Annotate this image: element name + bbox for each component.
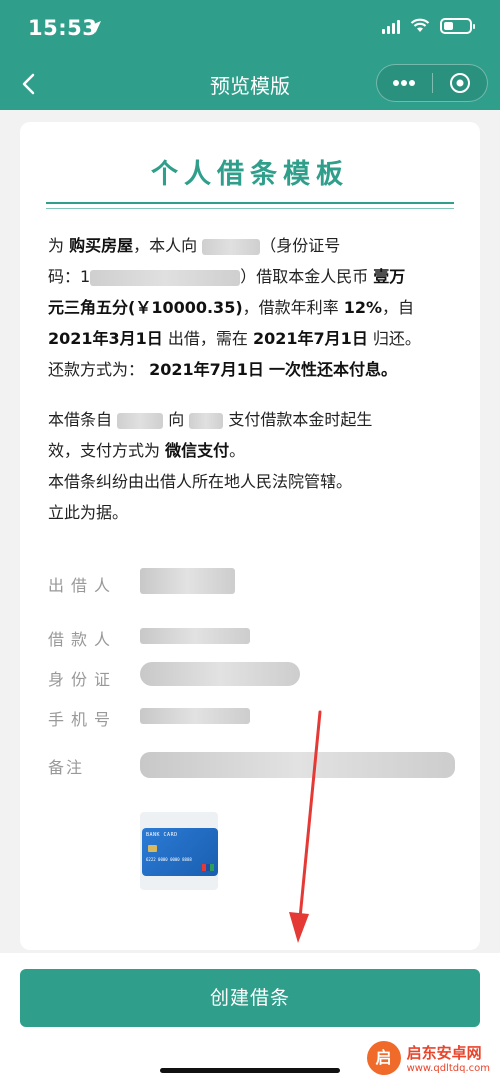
closing-statement: 立此为据。 [48,503,129,522]
text: ）借取本金人民币 [240,267,369,286]
content-area: 个人借条模板 为 购买房屋，本人向 （身份证号 码：1 ）借取本金人民币 壹万 元… [0,110,500,953]
title-underline [46,202,454,204]
text: 支付借款本金时起生 [228,410,373,429]
jurisdiction-clause: 本借条纠纷由出借人所在地人民法院管辖。 [48,472,353,491]
home-indicator [160,1068,340,1073]
text: ，自 [382,298,415,317]
text: ，借款年利率 [242,298,339,317]
payment-terms-paragraph: 本借条自 向 支付借款本金时起生 效，支付方式为 微信支付。 本借条纠纷由出借人… [48,404,458,528]
bank-card-number: 6222 0000 0000 8888 [146,857,192,862]
watermark-logo-icon: 启 [366,1041,401,1075]
battery-icon [440,18,475,34]
watermark-url: www.qdltdq.com [406,1063,490,1074]
iou-preview-card: 个人借条模板 为 购买房屋，本人向 （身份证号 码：1 ）借取本金人民币 壹万 元… [20,122,480,950]
unionpay-logo-icon [202,864,214,871]
blurred-id-number [90,269,241,286]
loan-amount-words: 壹万 [373,267,406,286]
loan-amount: 元三角五分(￥10000.35) [48,298,243,317]
repay-date: 2021年7月1日 [149,360,264,379]
lender-label: 出借人 [48,576,118,595]
note-value-blurred [140,752,455,778]
text: ，本人向 [133,236,198,255]
location-arrow-icon [89,21,101,33]
bank-card-image: BANK CARD 6222 0000 0000 8888 [142,828,218,876]
blurred-borrower-name [189,412,224,429]
more-button[interactable] [377,65,432,101]
loan-due-date: 2021年7月1日 [253,329,368,348]
watermark-text: 启东安卓网 www.qdltdq.com [407,1042,490,1074]
document-title: 个人借条模板 [151,159,349,190]
target-circle-icon [449,73,470,93]
phone-label: 手机号 [48,710,118,729]
close-mini-program-button[interactable] [433,65,488,101]
phone-value-blurred [140,708,250,724]
more-dots-icon [393,80,416,86]
bank-card-thumbnail[interactable]: BANK CARD 6222 0000 0000 8888 [140,812,218,890]
blurred-lender-name [117,412,164,429]
bank-card-title: BANK CARD [146,832,178,838]
nav-bar: 预览模版 [0,58,500,110]
status-time: 15:53 [28,16,98,40]
repay-method: 一次性还本付息。 [269,360,398,379]
text: （身份证号 [260,236,341,255]
cellular-signal-icon [382,18,400,34]
mini-program-capsule [376,64,488,102]
loan-start-date: 2021年3月1日 [48,329,163,348]
lender-signature-blurred [140,568,235,594]
chip-icon [148,845,157,852]
watermark-name: 启东安卓网 [406,1044,482,1062]
wifi-icon [410,18,430,32]
watermark: 启 启东安卓网 www.qdltdq.com [366,1041,490,1075]
text: 本借条自 [48,410,113,429]
loan-terms-paragraph: 为 购买房屋，本人向 （身份证号 码：1 ）借取本金人民币 壹万 元三角五分(￥1… [48,230,458,385]
text: 。 [229,441,246,460]
text: 还款方式为： [48,360,145,379]
text: 效，支付方式为 [48,441,161,460]
borrower-value-blurred [140,628,250,644]
id-card-value-blurred [140,662,300,686]
interest-rate: 12% [343,298,383,317]
status-icons [382,18,475,34]
title-underline-thin [46,208,454,209]
text: 码：1 [48,267,91,286]
loan-purpose: 购买房屋 [69,236,134,255]
text: 向 [168,410,185,429]
text: 归还。 [372,329,421,348]
blurred-lender-name [202,238,261,255]
create-iou-button[interactable]: 创建借条 [20,969,480,1027]
status-bar: 15:53 [0,0,500,58]
payment-method: 微信支付 [165,441,230,460]
note-label: 备注 [48,758,85,777]
borrower-label: 借款人 [48,630,118,649]
id-card-label: 身份证 [48,670,118,689]
text: 为 [48,236,65,255]
text: 出借，需在 [167,329,248,348]
